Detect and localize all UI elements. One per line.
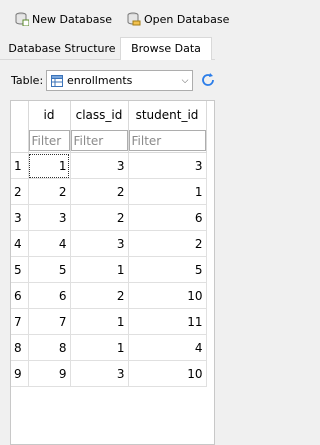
cell-class-id[interactable]: 1	[70, 334, 129, 361]
cell-id[interactable]: 2	[28, 178, 71, 205]
cell-student-id[interactable]: 1	[128, 178, 207, 205]
cell-id[interactable]: 6	[28, 282, 71, 309]
cell-student-id[interactable]: 10	[128, 360, 207, 387]
tab-browse-data[interactable]: Browse Data	[120, 37, 212, 60]
row-number[interactable]: 2	[11, 178, 29, 205]
row-number[interactable]: 5	[11, 256, 29, 283]
row-number[interactable]: 6	[11, 282, 29, 309]
table-row[interactable]: 2221	[11, 178, 207, 205]
tab-database-structure[interactable]: Database Structure	[4, 38, 120, 59]
table-row[interactable]: 5515	[11, 256, 207, 283]
table-row[interactable]: 3326	[11, 204, 207, 231]
filter-row-header	[11, 129, 29, 153]
filter-cell-student-id	[128, 129, 207, 153]
cell-class-id[interactable]: 2	[70, 282, 129, 309]
column-header-id[interactable]: id	[28, 101, 71, 129]
cell-class-id[interactable]: 3	[70, 152, 129, 179]
row-number[interactable]: 9	[11, 360, 29, 387]
cell-id[interactable]: 5	[28, 256, 71, 283]
cell-id[interactable]: 7	[28, 308, 71, 335]
cell-student-id[interactable]: 2	[128, 230, 207, 257]
table-row[interactable]: 7 7 1 11	[11, 308, 207, 335]
cell-student-id[interactable]: 6	[128, 204, 207, 231]
row-number-header	[11, 101, 29, 129]
open-database-label: Open Database	[144, 12, 230, 26]
cell-class-id[interactable]: 1	[70, 308, 129, 335]
cell-id[interactable]: 1	[28, 152, 71, 179]
cell-student-id[interactable]: 11	[128, 308, 207, 335]
table-row[interactable]: 4432	[11, 230, 207, 257]
table-row[interactable]: 6 6 2 10	[11, 282, 207, 309]
table-row[interactable]: 8814	[11, 334, 207, 361]
row-number[interactable]: 1	[11, 152, 29, 179]
cell-student-id[interactable]: 3	[128, 152, 207, 179]
cell-id[interactable]: 8	[28, 334, 71, 361]
main-toolbar: New Database Open Database	[0, 0, 229, 36]
new-database-label: New Database	[32, 12, 112, 26]
table-row[interactable]: 1133	[11, 152, 207, 179]
filter-input-class-id[interactable]	[70, 130, 127, 151]
column-header-class-id[interactable]: class_id	[70, 101, 129, 129]
open-database-icon	[127, 12, 141, 26]
row-number[interactable]: 7	[11, 308, 29, 335]
main-tabs: Database Structure Browse Data	[0, 36, 215, 60]
refresh-icon	[200, 73, 215, 88]
cell-class-id[interactable]: 2	[70, 178, 129, 205]
filter-cell-id	[28, 129, 71, 153]
filter-cell-class-id	[70, 129, 129, 153]
grid-body: 1 1 3 3 2 2 2 1 3 3 2 6 4 4 3 2 5 5 1 5 6 6 2 10 7 7 1 11 8 8 1 4 9 9 3 10	[11, 152, 207, 387]
chevron-down-icon: ⌵	[181, 75, 189, 86]
cell-class-id[interactable]: 2	[70, 204, 129, 231]
row-number[interactable]: 3	[11, 204, 29, 231]
new-database-icon	[15, 12, 30, 27]
cell-id[interactable]: 9	[28, 360, 71, 387]
table-icon	[51, 74, 63, 87]
table-row[interactable]: 9 9 3 10	[11, 360, 207, 387]
data-grid[interactable]: id class_id student_id 11332221332644325…	[10, 100, 215, 445]
refresh-button[interactable]	[200, 72, 215, 88]
cell-id[interactable]: 3	[28, 204, 71, 231]
column-header-student-id[interactable]: student_id	[128, 101, 207, 129]
cell-class-id[interactable]: 3	[70, 360, 129, 387]
table-select[interactable]: enrollments ⌵	[46, 70, 193, 91]
new-database-button[interactable]: New Database	[15, 10, 112, 28]
filter-input-student-id[interactable]	[128, 130, 205, 151]
cell-student-id[interactable]: 10	[128, 282, 207, 309]
table-label: Table:	[11, 74, 44, 87]
selected-table-value: enrollments	[67, 74, 133, 87]
cell-student-id[interactable]: 5	[128, 256, 207, 283]
cell-student-id[interactable]: 4	[128, 334, 207, 361]
cell-class-id[interactable]: 1	[70, 256, 129, 283]
row-number[interactable]: 4	[11, 230, 29, 257]
browse-data-panel: Table: enrollments ⌵ id class_id student…	[0, 60, 215, 445]
row-number[interactable]: 8	[11, 334, 29, 361]
cell-class-id[interactable]: 3	[70, 230, 129, 257]
open-database-button[interactable]: Open Database	[127, 10, 229, 28]
cell-id[interactable]: 4	[28, 230, 71, 257]
filter-input-id[interactable]	[28, 130, 69, 151]
